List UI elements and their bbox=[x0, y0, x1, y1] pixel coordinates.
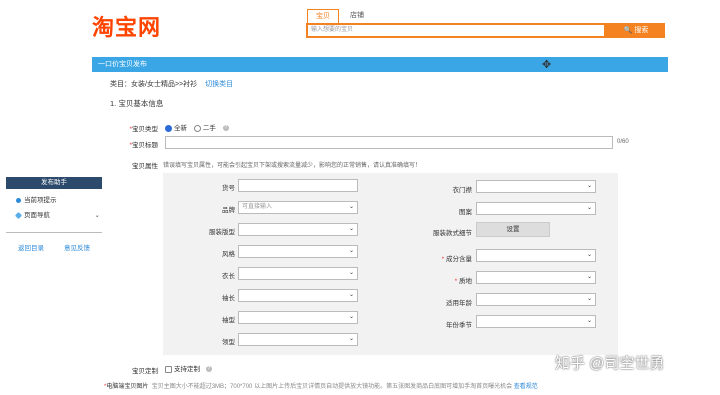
chevron-down-icon: ⌄ bbox=[348, 226, 354, 232]
details-set-button[interactable]: 设置 bbox=[476, 222, 550, 237]
taobao-logo[interactable]: 淘宝网 bbox=[92, 10, 161, 42]
attr-label-sleeve-type: 袖型 bbox=[222, 317, 235, 324]
search-input[interactable]: 输入想要的宝贝 bbox=[306, 23, 606, 38]
attr-notice: 错误填写宝贝属性，可能会引起宝贝下架或搜索流量减少，影响您的正常销售，请认真准确… bbox=[163, 163, 422, 169]
item-title-input[interactable] bbox=[165, 136, 613, 149]
sku-input[interactable] bbox=[238, 179, 358, 192]
tab-shops[interactable]: 店铺 bbox=[342, 9, 372, 22]
attr-label-brand: 品牌 bbox=[222, 207, 235, 214]
attr-label-placket: 衣门襟 bbox=[452, 187, 473, 194]
pattern-select[interactable]: ⌄ bbox=[476, 202, 596, 215]
chevron-down-icon: ⌄ bbox=[586, 205, 592, 211]
custom-label: 宝贝定制 bbox=[132, 368, 158, 375]
composition-select[interactable]: ⌄ bbox=[476, 249, 596, 262]
style-select[interactable]: ⌄ bbox=[238, 245, 358, 258]
search-button-label: 搜索 bbox=[634, 27, 649, 34]
sidebar-item-tips[interactable]: 当前项提示 bbox=[6, 195, 102, 207]
view-spec-link[interactable]: 查看规范 bbox=[514, 384, 538, 390]
item-attr-label: 宝贝属性 bbox=[132, 163, 158, 170]
radio-new[interactable]: 全新 bbox=[165, 124, 187, 132]
switch-category-link[interactable]: 切换类目 bbox=[205, 81, 233, 88]
chevron-down-icon: ⌄ bbox=[586, 183, 592, 189]
chevron-down-icon: ⌄ bbox=[348, 270, 354, 276]
season-select[interactable]: ⌄ bbox=[476, 315, 596, 328]
attr-label-collar: 领型 bbox=[222, 339, 235, 346]
radio-used[interactable]: 二手 bbox=[193, 124, 216, 132]
chevron-down-icon: ⌄ bbox=[348, 336, 354, 342]
chevron-down-icon: ⌄ bbox=[586, 296, 592, 302]
brand-select[interactable]: 可直接输入 ⌄ bbox=[238, 201, 358, 214]
chevron-down-icon: ⌄ bbox=[348, 248, 354, 254]
section-title: 1. 宝贝基本信息 bbox=[110, 99, 164, 108]
category-path: 类目：女装/女士精品>>衬衫 bbox=[110, 81, 198, 88]
attr-label-fit: 服装版型 bbox=[209, 229, 235, 236]
sidebar-divider bbox=[6, 232, 102, 233]
main-image-note: *电脑端宝贝图片 宝贝主图大小不能超过3MB；700*700 以上图片上传后宝贝… bbox=[104, 384, 538, 390]
attr-label-length: 衣长 bbox=[222, 273, 235, 280]
age-select[interactable]: ⌄ bbox=[476, 293, 596, 306]
attr-label-material: * 质地 bbox=[454, 278, 472, 285]
title-char-count: 0/60 bbox=[617, 139, 629, 145]
attr-label-composition: * 成分含量 bbox=[441, 256, 472, 263]
category-breadcrumb: 类目：女装/女士精品>>衬衫 切换类目 bbox=[110, 79, 233, 89]
chevron-down-icon: ⌄ bbox=[586, 252, 592, 258]
chevron-down-icon: ⌄ bbox=[94, 212, 100, 219]
feedback-link[interactable]: 意见反馈 bbox=[64, 242, 90, 252]
search-icon: 🔍 bbox=[623, 27, 633, 34]
custom-option[interactable]: 支持定制 ? bbox=[165, 363, 212, 373]
chevron-down-icon: ⌄ bbox=[586, 318, 592, 324]
chevron-down-icon: ⌄ bbox=[586, 274, 592, 280]
attr-label-age: 适用年龄 bbox=[446, 300, 472, 307]
tab-items[interactable]: 宝贝 bbox=[307, 9, 339, 23]
item-type-options: 全新 二手 ? bbox=[165, 122, 229, 132]
placket-select[interactable]: ⌄ bbox=[476, 180, 596, 193]
move-cursor-icon: ✥ bbox=[542, 59, 552, 71]
help-icon[interactable]: ? bbox=[205, 366, 212, 373]
attr-label-details: 服装款式细节 bbox=[433, 230, 472, 237]
publish-assistant-header: 发布助手 bbox=[6, 177, 102, 189]
info-icon bbox=[16, 197, 21, 203]
help-icon[interactable]: ? bbox=[222, 125, 229, 132]
back-to-catalog-link[interactable]: 返回目录 bbox=[18, 242, 44, 252]
fit-select[interactable]: ⌄ bbox=[238, 223, 358, 236]
attr-label-style: 风格 bbox=[222, 251, 235, 258]
sidebar-item-nav[interactable]: 页面导航 ⌄ bbox=[6, 210, 102, 222]
item-title-label: *宝贝标题 bbox=[129, 142, 158, 149]
chevron-down-icon: ⌄ bbox=[348, 204, 354, 210]
page-title-bar: 一口价宝贝发布 bbox=[92, 57, 668, 72]
attr-label-season: 年份季节 bbox=[446, 322, 472, 329]
collar-select[interactable]: ⌄ bbox=[238, 333, 358, 346]
item-type-label: *宝贝类型 bbox=[129, 126, 158, 133]
watermark: 知乎 @司空世勇 bbox=[555, 355, 665, 372]
chevron-down-icon: ⌄ bbox=[348, 314, 354, 320]
nav-icon bbox=[14, 211, 23, 219]
search-button[interactable]: 🔍 搜索 bbox=[605, 23, 665, 38]
sleeve-length-select[interactable]: ⌄ bbox=[238, 289, 358, 302]
length-select[interactable]: ⌄ bbox=[238, 267, 358, 280]
attr-label-pattern: 图案 bbox=[459, 209, 472, 216]
sleeve-type-select[interactable]: ⌄ bbox=[238, 311, 358, 324]
attr-label-sleeve-length: 袖长 bbox=[222, 295, 235, 302]
attr-label-sku: 货号 bbox=[222, 185, 235, 192]
chevron-down-icon: ⌄ bbox=[348, 292, 354, 298]
material-select[interactable]: ⌄ bbox=[476, 271, 596, 284]
